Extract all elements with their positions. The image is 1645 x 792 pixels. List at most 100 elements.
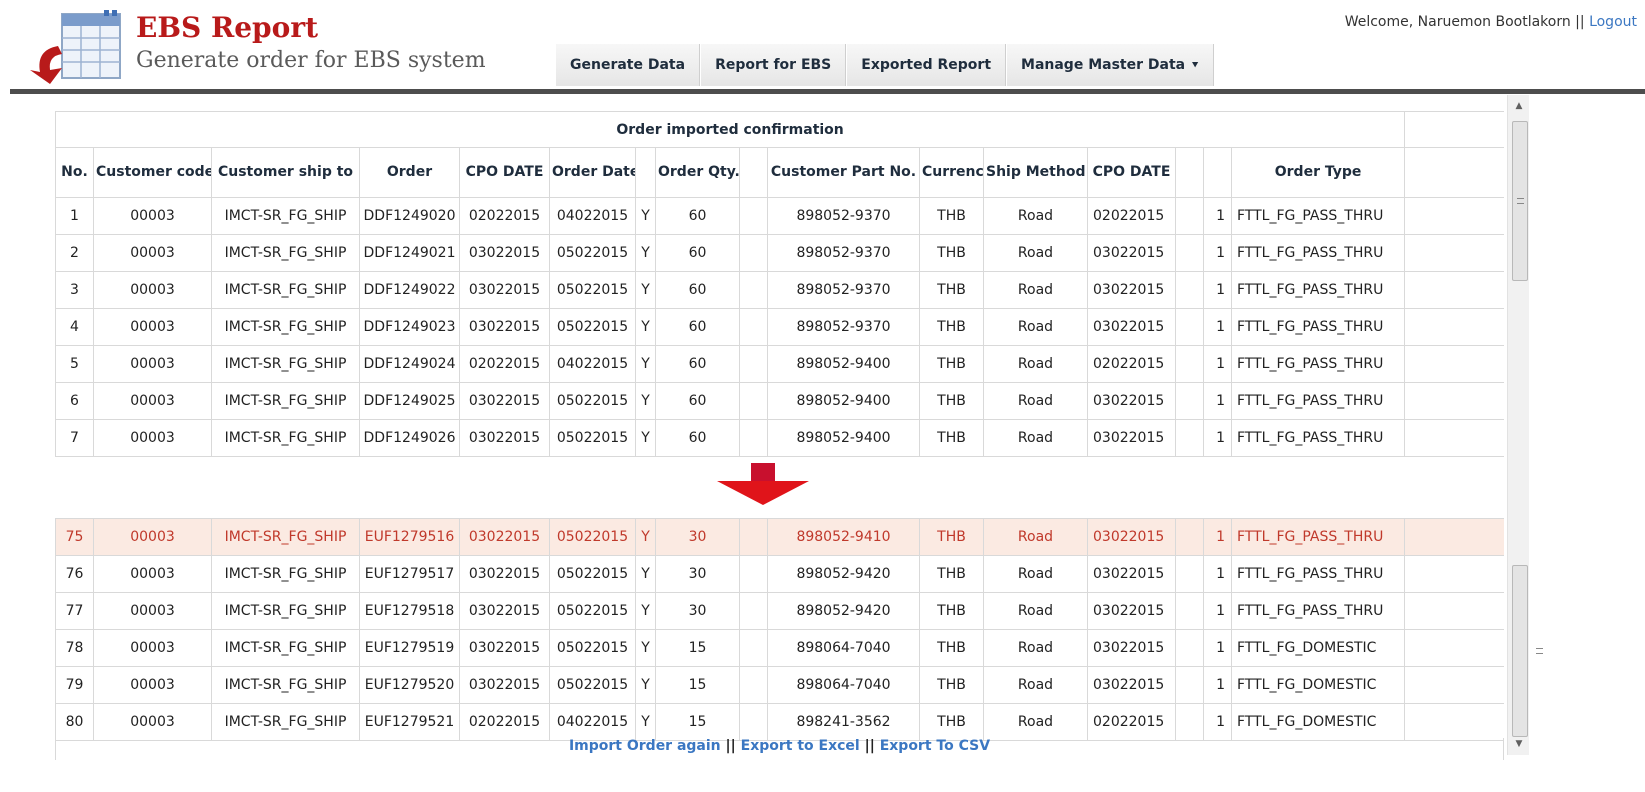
table-cell: 00003 xyxy=(93,308,212,346)
table-cell: 03022015 xyxy=(1087,518,1176,556)
table-cell xyxy=(739,345,768,383)
row-spacer xyxy=(1404,382,1504,420)
table-row[interactable]: 77 00003 IMCT-SR_FG_SHIP EUF1279518 03022015… xyxy=(55,592,1504,630)
table-cell: 15 xyxy=(655,666,740,704)
table-row[interactable]: 80 00003 IMCT-SR_FG_SHIP EUF1279521 02022015… xyxy=(55,703,1504,741)
table-caption: Order imported confirmation xyxy=(55,111,1406,148)
column-header: Order Qty. xyxy=(655,147,740,198)
column-header: CPO DATE xyxy=(459,147,550,198)
table-cell: IMCT-SR_FG_SHIP xyxy=(211,518,360,556)
table-cell: EUF1279521 xyxy=(359,703,460,741)
table-cell: 04022015 xyxy=(549,345,636,383)
scroll-down-icon[interactable]: ▼ xyxy=(1508,735,1530,753)
table-row[interactable]: 5 00003 IMCT-SR_FG_SHIP DDF1249024 02022015 0… xyxy=(55,345,1504,383)
table-cell: 03022015 xyxy=(1087,592,1176,630)
table-cell: 00003 xyxy=(93,271,212,309)
table-cell: 15 xyxy=(655,629,740,667)
table-cell: Y xyxy=(635,345,656,383)
table-cell: THB xyxy=(919,518,984,556)
table-cell: EUF1279518 xyxy=(359,592,460,630)
table-row[interactable]: 76 00003 IMCT-SR_FG_SHIP EUF1279517 03022015… xyxy=(55,555,1504,593)
table-cell: DDF1249020 xyxy=(359,197,460,235)
vertical-scrollbar[interactable]: ▲ ▼ xyxy=(1507,95,1543,755)
table-cell: Road xyxy=(983,592,1088,630)
table-cell: 05022015 xyxy=(549,234,636,272)
table-cell: 00003 xyxy=(93,382,212,420)
table-row[interactable]: 6 00003 IMCT-SR_FG_SHIP DDF1249025 03022015 0… xyxy=(55,382,1504,420)
table-cell: 1 xyxy=(1203,382,1232,420)
table-cell: 60 xyxy=(655,345,740,383)
table-row[interactable]: 7 00003 IMCT-SR_FG_SHIP DDF1249026 03022015 0… xyxy=(55,419,1504,457)
column-header: No. xyxy=(55,147,94,198)
table-cell: 1 xyxy=(1203,703,1232,741)
table-cell: 00003 xyxy=(93,555,212,593)
table-cell: 898064-7040 xyxy=(767,629,920,667)
table-cell: EUF1279517 xyxy=(359,555,460,593)
table-cell: 03022015 xyxy=(459,592,550,630)
table-cell xyxy=(1175,197,1204,235)
table-row[interactable]: 79 00003 IMCT-SR_FG_SHIP EUF1279520 03022015… xyxy=(55,666,1504,704)
table-cell: EUF1279516 xyxy=(359,518,460,556)
table-row[interactable]: 3 00003 IMCT-SR_FG_SHIP DDF1249022 03022015 0… xyxy=(55,271,1504,309)
import-order-again-link[interactable]: Import Order again xyxy=(569,738,721,754)
tab-generate-data[interactable]: Generate Data xyxy=(555,44,701,86)
table-cell: Y xyxy=(635,197,656,235)
column-header-row: No. Customer code Customer ship to Order CPO… xyxy=(55,147,1504,198)
table-cell: 1 xyxy=(55,197,94,235)
table-cell xyxy=(739,666,768,704)
row-spacer xyxy=(1404,197,1504,235)
table-cell: 03022015 xyxy=(1087,666,1176,704)
scrollbar-thumb-lower[interactable] xyxy=(1512,565,1543,737)
tab-exported-report[interactable]: Exported Report xyxy=(846,44,1007,86)
table-row[interactable]: 1 00003 IMCT-SR_FG_SHIP DDF1249020 02022015 0… xyxy=(55,197,1504,235)
column-header: Order xyxy=(359,147,460,198)
table-cell: 898241-3562 xyxy=(767,703,920,741)
table-cell: Road xyxy=(983,234,1088,272)
table-cell: 1 xyxy=(1203,666,1232,704)
table-cell xyxy=(1175,234,1204,272)
table-body-top: 1 00003 IMCT-SR_FG_SHIP DDF1249020 02022015 0… xyxy=(55,197,1504,457)
table-cell xyxy=(739,518,768,556)
table-cell: THB xyxy=(919,555,984,593)
table-cell: 7 xyxy=(55,419,94,457)
down-arrow-icon xyxy=(717,463,809,505)
scrollbar-thumb[interactable] xyxy=(1512,121,1528,281)
table-cell: 80 xyxy=(55,703,94,741)
table-cell xyxy=(1175,703,1204,741)
tab-report-for-ebs[interactable]: Report for EBS xyxy=(700,44,847,86)
tab-manage-master-data[interactable]: Manage Master Data ⯆ xyxy=(1006,44,1215,86)
table-cell: FTTL_FG_PASS_THRU xyxy=(1230,382,1406,420)
table-cell: IMCT-SR_FG_SHIP xyxy=(211,197,360,235)
table-cell: 05022015 xyxy=(549,555,636,593)
table-cell: 898052-9400 xyxy=(767,382,920,420)
row-spacer xyxy=(1404,592,1504,630)
table-cell: 04022015 xyxy=(549,703,636,741)
table-cell xyxy=(739,271,768,309)
table-cell: Y xyxy=(635,518,656,556)
column-header: Order Date xyxy=(549,147,636,198)
table-cell xyxy=(739,308,768,346)
grip-icon xyxy=(1536,648,1543,654)
column-header: Customer Part No. xyxy=(767,147,920,198)
table-row[interactable]: 2 00003 IMCT-SR_FG_SHIP DDF1249021 03022015 0… xyxy=(55,234,1504,272)
table-cell: THB xyxy=(919,271,984,309)
table-cell: 03022015 xyxy=(1087,555,1176,593)
table-cell: 03022015 xyxy=(459,234,550,272)
header-divider xyxy=(10,89,1645,94)
order-grid: Order imported confirmation No. Customer … xyxy=(55,111,1504,457)
table-cell: EUF1279519 xyxy=(359,629,460,667)
export-csv-link[interactable]: Export To CSV xyxy=(880,738,990,754)
export-excel-link[interactable]: Export to Excel xyxy=(741,738,860,754)
table-cell: 898052-9400 xyxy=(767,345,920,383)
table-cell: Y xyxy=(635,271,656,309)
table-cell: 03022015 xyxy=(459,629,550,667)
table-row[interactable]: 78 00003 IMCT-SR_FG_SHIP EUF1279519 03022015… xyxy=(55,629,1504,667)
table-cell xyxy=(1175,592,1204,630)
table-cell: Y xyxy=(635,234,656,272)
scroll-up-icon[interactable]: ▲ xyxy=(1508,97,1530,115)
table-cell xyxy=(739,703,768,741)
table-row[interactable]: 4 00003 IMCT-SR_FG_SHIP DDF1249023 03022015 0… xyxy=(55,308,1504,346)
table-row[interactable]: 75 00003 IMCT-SR_FG_SHIP EUF1279516 03022015… xyxy=(55,518,1504,556)
table-cell: 898052-9370 xyxy=(767,234,920,272)
logout-link[interactable]: Logout xyxy=(1589,14,1637,30)
